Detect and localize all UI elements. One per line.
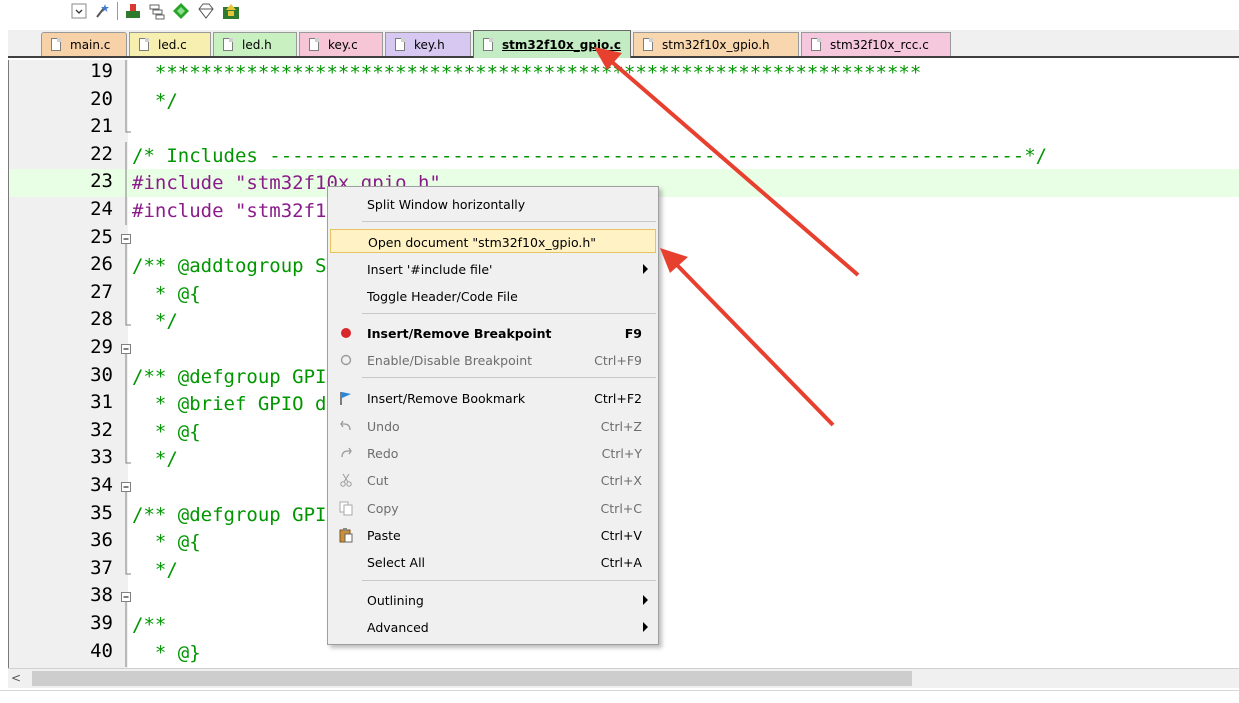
- annotation-arrow-to-menu-item: [660, 248, 835, 427]
- annotation-arrow-to-tab: [594, 47, 860, 277]
- ide-window: main.c led.c led.h key.c key.h stm32f10x…: [0, 0, 1239, 703]
- annotation-overlay: [594, 47, 860, 427]
